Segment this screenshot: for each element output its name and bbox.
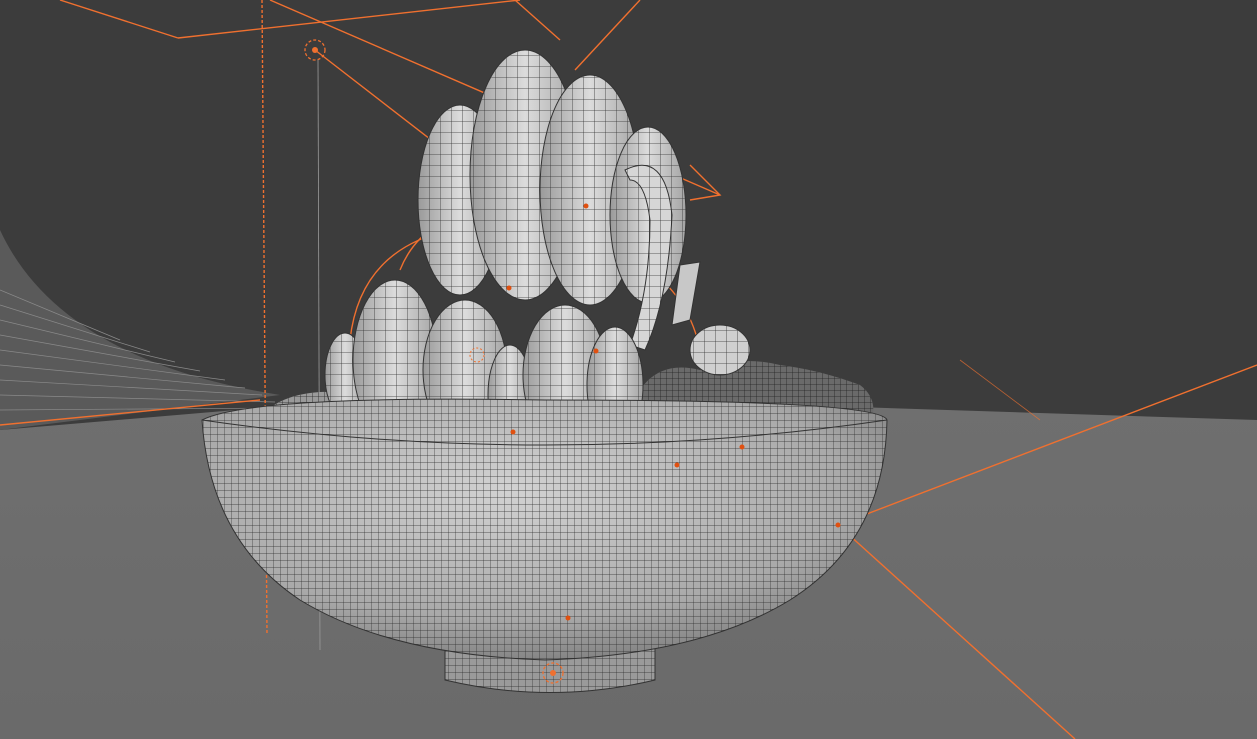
viewport-canvas[interactable] <box>0 0 1257 739</box>
3d-viewport[interactable] <box>0 0 1257 739</box>
